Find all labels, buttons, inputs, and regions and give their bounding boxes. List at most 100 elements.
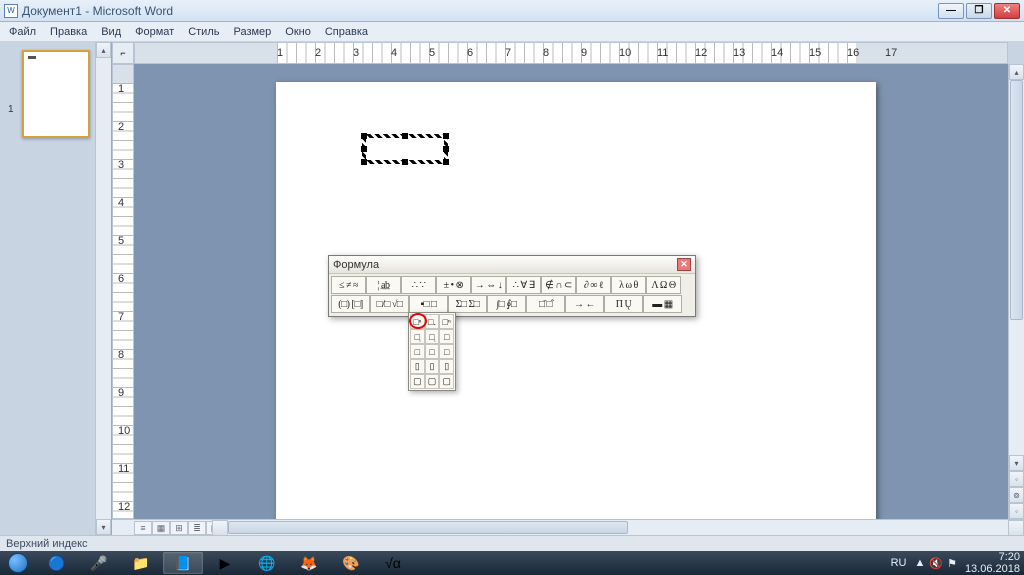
page-thumbnail[interactable] [22, 50, 90, 138]
scroll-down-icon[interactable]: ▾ [1009, 455, 1024, 471]
formula-toolbar[interactable]: Формула ✕ ≤ ≠ ≈ ¦ a̲b̲ ∴ ∵ ± • ⊗ → ⇔ ↓ ∴… [328, 255, 696, 317]
next-page-icon[interactable]: ◦ [1009, 503, 1024, 519]
formula-operators-button[interactable]: ± • ⊗ [436, 276, 471, 294]
view-outline-icon[interactable]: ≣ [188, 521, 206, 535]
script-option[interactable]: □ [410, 344, 425, 359]
formula-embellish-button[interactable]: ∴ ∵ [401, 276, 436, 294]
taskbar-explorer[interactable]: 📁 [121, 552, 161, 574]
prev-page-icon[interactable]: ◦ [1009, 471, 1024, 487]
formula-close-button[interactable]: ✕ [677, 258, 691, 271]
formula-greek-lower-button[interactable]: λ ω θ [611, 276, 646, 294]
formula-misc-button[interactable]: ∂ ∞ ℓ [576, 276, 611, 294]
statusbar: Верхний индекс [0, 535, 1024, 551]
menu-format[interactable]: Формат [128, 26, 181, 38]
resize-handle[interactable] [361, 146, 367, 152]
equation-object[interactable] [362, 134, 448, 164]
close-button[interactable]: ✕ [994, 3, 1020, 19]
tray-show-hidden-icon[interactable]: ▲ [914, 557, 925, 570]
minimize-button[interactable]: — [938, 3, 964, 19]
script-option[interactable]: ▯ [439, 359, 454, 374]
taskbar-firefox[interactable]: 🦊 [289, 552, 329, 574]
view-normal-icon[interactable]: ≡ [134, 521, 152, 535]
taskbar-app2[interactable]: 🎤 [79, 552, 119, 574]
maximize-button[interactable]: ❐ [966, 3, 992, 19]
vertical-ruler[interactable]: 12345678910111213 [112, 64, 134, 519]
script-option[interactable]: ▢ [410, 374, 425, 389]
menu-view[interactable]: Вид [94, 26, 128, 38]
taskbar-paint[interactable]: 🎨 [331, 552, 371, 574]
menu-help[interactable]: Справка [318, 26, 375, 38]
superscript-option[interactable]: □ⁿ [410, 314, 425, 329]
subscript-option[interactable]: □. [425, 314, 440, 329]
horizontal-ruler[interactable]: 1234567891011121314151617 [134, 42, 1008, 64]
horizontal-scrollbar[interactable] [228, 520, 1008, 535]
windows-orb-icon [8, 553, 28, 573]
scroll-up-icon[interactable]: ▴ [1009, 64, 1024, 80]
script-option[interactable]: □ [439, 344, 454, 359]
resize-handle[interactable] [443, 133, 449, 139]
script-option[interactable]: □̣ [410, 329, 425, 344]
menu-file[interactable]: Файл [2, 26, 43, 38]
tray-clock[interactable]: 7:20 13.06.2018 [965, 551, 1020, 575]
menu-window[interactable]: Окно [278, 26, 318, 38]
formula-set-button[interactable]: ∉ ∩ ⊂ [541, 276, 576, 294]
scrollbar-thumb[interactable] [1010, 80, 1023, 320]
word-doc-icon: W [4, 4, 18, 18]
formula-fences-button[interactable]: (□) [□] [331, 295, 370, 313]
formula-summation-button[interactable]: Σ□ Σ□ [448, 295, 487, 313]
resize-handle[interactable] [361, 159, 367, 165]
resize-handle[interactable] [402, 133, 408, 139]
script-option[interactable]: □ [439, 329, 454, 344]
start-button[interactable] [0, 551, 36, 575]
taskbar-mathtype[interactable]: √α [373, 552, 413, 574]
formula-titlebar[interactable]: Формула ✕ [329, 256, 695, 274]
scrollbar-track[interactable] [1009, 80, 1024, 455]
ruler-corner[interactable]: ⌐ [112, 42, 134, 64]
taskbar-word[interactable]: 📘 [163, 552, 203, 574]
formula-arrows-button[interactable]: → ⇔ ↓ [471, 276, 506, 294]
h-scrollbar-thumb[interactable] [228, 521, 628, 534]
tray-lang-indicator[interactable]: RU [891, 557, 907, 569]
view-print-icon[interactable]: ⊞ [170, 521, 188, 535]
formula-integral-button[interactable]: ∫□ ∮□ [487, 295, 526, 313]
formula-labeled-arrow-button[interactable]: → ← [565, 295, 604, 313]
formula-spaces-button[interactable]: ¦ a̲b̲ [366, 276, 401, 294]
formula-relational-button[interactable]: ≤ ≠ ≈ [331, 276, 366, 294]
vertical-scrollbar[interactable]: ▴ ▾ ◦ ⊚ ◦ [1008, 64, 1024, 519]
script-option[interactable]: □ [425, 344, 440, 359]
formula-title-text: Формула [333, 259, 379, 271]
menu-size[interactable]: Размер [226, 26, 278, 38]
resize-handle[interactable] [443, 159, 449, 165]
menubar: Файл Правка Вид Формат Стиль Размер Окно… [0, 22, 1024, 42]
browse-object-icon[interactable]: ⊚ [1009, 487, 1024, 503]
taskbar-media[interactable]: ▶ [205, 552, 245, 574]
formula-fractions-button[interactable]: □/□ √□ [370, 295, 409, 313]
script-option[interactable]: ▯ [410, 359, 425, 374]
script-option[interactable]: ▯ [425, 359, 440, 374]
tray-volume-icon[interactable]: 🔇 [929, 557, 943, 570]
resize-handle[interactable] [443, 146, 449, 152]
formula-overbar-button[interactable]: □̄ □̂ [526, 295, 565, 313]
formula-greek-upper-button[interactable]: Λ Ω Θ [646, 276, 681, 294]
formula-products-button[interactable]: Π Ų [604, 295, 643, 313]
menu-style[interactable]: Стиль [181, 26, 226, 38]
menu-edit[interactable]: Правка [43, 26, 94, 38]
formula-subscript-button[interactable]: ▪□ □ [409, 295, 448, 313]
thumb-scroll-up-icon[interactable]: ▴ [96, 42, 111, 58]
supersub-option[interactable]: □ⁿ [439, 314, 454, 329]
thumbnail-page-number: 1 [8, 104, 14, 115]
script-option[interactable]: ▢ [439, 374, 454, 389]
formula-logical-button[interactable]: ∴ ∀ ∃ [506, 276, 541, 294]
view-web-icon[interactable]: ▦ [152, 521, 170, 535]
script-option[interactable]: ▢ [425, 374, 440, 389]
formula-matrix-button[interactable]: ▬ ▦ [643, 295, 682, 313]
resize-handle[interactable] [361, 133, 367, 139]
script-option[interactable]: □̣ [425, 329, 440, 344]
taskbar-app1[interactable]: 🔵 [37, 552, 77, 574]
system-tray: RU ▲ 🔇 ⚑ 7:20 13.06.2018 [891, 551, 1024, 575]
tray-flag-icon[interactable]: ⚑ [947, 557, 957, 570]
resize-handle[interactable] [402, 159, 408, 165]
thumb-scroll-down-icon[interactable]: ▾ [96, 519, 111, 535]
thumbnail-scrollbar[interactable]: ▴ ▾ [95, 42, 111, 535]
taskbar-chrome[interactable]: 🌐 [247, 552, 287, 574]
